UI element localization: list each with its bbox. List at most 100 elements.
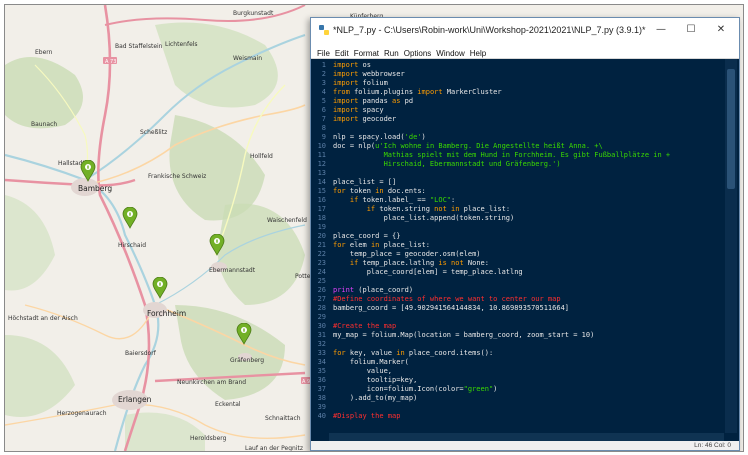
- code-line[interactable]: 3 import folium: [311, 79, 739, 88]
- title-bar[interactable]: *NLP_7.py - C:\Users\Robin-work\Uni\Work…: [311, 18, 739, 44]
- line-number: 33: [317, 349, 326, 357]
- code-line[interactable]: 30 #Create the map: [311, 322, 739, 331]
- town-label: Scheßlitz: [140, 129, 168, 136]
- road-label-2: A 9: [302, 379, 310, 385]
- code-text: folium.Marker(: [333, 358, 409, 366]
- code-text: doc = nlp(u'Ich wohne in Bamberg. Die An…: [333, 142, 603, 150]
- code-line[interactable]: 40 #Display the map: [311, 412, 739, 421]
- code-line[interactable]: 21 for elem in place_list:: [311, 241, 739, 250]
- line-number: 28: [317, 304, 326, 312]
- road-label: A 73: [105, 59, 116, 65]
- code-line[interactable]: 7 import geocoder: [311, 115, 739, 124]
- vertical-scrollbar[interactable]: [725, 59, 737, 433]
- maximize-icon[interactable]: ☐: [676, 21, 706, 39]
- line-number: 1: [321, 61, 326, 69]
- code-line[interactable]: 14 place_list = []: [311, 178, 739, 187]
- town-label: Ebern: [35, 49, 53, 56]
- code-text: my_map = folium.Map(location = bamberg_c…: [333, 331, 595, 339]
- code-text: import pandas as pd: [333, 97, 414, 105]
- code-line[interactable]: 2 import webbrowser: [311, 70, 739, 79]
- line-number: 3: [321, 79, 326, 87]
- line-number: 21: [317, 241, 326, 249]
- code-line[interactable]: 4 from folium.plugins import MarkerCluste…: [311, 88, 739, 97]
- code-line[interactable]: 8: [311, 124, 739, 133]
- line-number: 35: [317, 367, 326, 375]
- horizontal-scrollbar[interactable]: [329, 433, 724, 441]
- town-label: Gräfenberg: [230, 357, 265, 364]
- code-line[interactable]: 22 temp_place = geocoder.osm(elem): [311, 250, 739, 259]
- code-text: from folium.plugins import MarkerCluster: [333, 88, 502, 96]
- map-marker-icon[interactable]: [152, 276, 168, 299]
- map-marker-icon[interactable]: [122, 206, 138, 229]
- menu-bar: File Edit Format Run Options Window Help: [311, 43, 739, 59]
- idle-editor-window[interactable]: *NLP_7.py - C:\Users\Robin-work\Uni\Work…: [310, 17, 740, 451]
- town-label: Herzogenaurach: [57, 410, 107, 417]
- line-number: 37: [317, 385, 326, 393]
- line-number: 32: [317, 340, 326, 348]
- code-line[interactable]: 31 my_map = folium.Map(location = bamberg…: [311, 331, 739, 340]
- map-marker-icon[interactable]: [236, 322, 252, 345]
- town-label: Erlangen: [118, 395, 152, 404]
- map-marker-icon[interactable]: [209, 233, 225, 256]
- window-title: *NLP_7.py - C:\Users\Robin-work\Uni\Work…: [333, 25, 646, 35]
- code-text: import spacy: [333, 106, 384, 114]
- code-text: #Display the map: [333, 412, 401, 420]
- code-text: value,: [333, 367, 393, 375]
- map-marker-icon[interactable]: [80, 159, 96, 182]
- code-text: for key, value in place_coord.items():: [333, 349, 494, 357]
- code-text: import folium: [333, 79, 388, 87]
- code-line[interactable]: 13: [311, 169, 739, 178]
- code-text: place_list.append(token.string): [333, 214, 515, 222]
- code-line[interactable]: 25: [311, 277, 739, 286]
- code-line[interactable]: 26 print (place_coord): [311, 286, 739, 295]
- code-line[interactable]: 6 import spacy: [311, 106, 739, 115]
- code-line[interactable]: 12 Hirschaid, Ebermannstadt und Gräfenbe…: [311, 160, 739, 169]
- code-line[interactable]: 32: [311, 340, 739, 349]
- code-line[interactable]: 33 for key, value in place_coord.items():: [311, 349, 739, 358]
- line-number: 5: [321, 97, 326, 105]
- code-line[interactable]: 20 place_coord = {}: [311, 232, 739, 241]
- code-text: print (place_coord): [333, 286, 414, 294]
- code-line[interactable]: 24 place_coord[elem] = temp_place.latlng: [311, 268, 739, 277]
- code-text: Mathias spielt mit dem Hund in Forchheim…: [333, 151, 671, 159]
- code-text: ).add_to(my_map): [333, 394, 418, 402]
- code-editor[interactable]: 1 import os 2 import webbrowser 3 import foli…: [311, 59, 739, 433]
- code-line[interactable]: 28 bamberg_coord = [49.902941564144834, 1…: [311, 304, 739, 313]
- town-label: Lauf an der Pegnitz: [245, 445, 303, 452]
- line-number: 18: [317, 214, 326, 222]
- code-line[interactable]: 10 doc = nlp(u'Ich wohne in Bamberg. Die …: [311, 142, 739, 151]
- line-number: 16: [317, 196, 326, 204]
- cursor-position: Ln: 46 Col: 0: [694, 442, 731, 449]
- code-line[interactable]: 16 if token.label_ == "LOC":: [311, 196, 739, 205]
- code-text: place_list = []: [333, 178, 397, 186]
- screenshot-frame: A 73 A 9 BurgkunstadtKüpferbergEbernBad …: [4, 4, 744, 452]
- minimize-icon[interactable]: —: [646, 21, 676, 39]
- code-text: Hirschaid, Ebermannstadt und Gräfenberg.…: [333, 160, 561, 168]
- code-line[interactable]: 36 tooltip=key,: [311, 376, 739, 385]
- code-line[interactable]: 18 place_list.append(token.string): [311, 214, 739, 223]
- close-icon[interactable]: ✕: [706, 21, 736, 39]
- code-line[interactable]: 15 for token in doc.ents:: [311, 187, 739, 196]
- code-line[interactable]: 23 if temp_place.latlng is not None:: [311, 259, 739, 268]
- code-line[interactable]: 39: [311, 403, 739, 412]
- code-line[interactable]: 1 import os: [311, 61, 739, 70]
- scroll-thumb[interactable]: [727, 69, 735, 189]
- line-number: 10: [317, 142, 326, 150]
- code-line[interactable]: 11 Mathias spielt mit dem Hund in Forchh…: [311, 151, 739, 160]
- code-line[interactable]: 9 nlp = spacy.load('de'): [311, 133, 739, 142]
- line-number: 40: [317, 412, 326, 420]
- line-number: 36: [317, 376, 326, 384]
- code-line[interactable]: 37 icon=folium.Icon(color="green"): [311, 385, 739, 394]
- line-number: 19: [317, 223, 326, 231]
- line-number: 27: [317, 295, 326, 303]
- code-line[interactable]: 5 import pandas as pd: [311, 97, 739, 106]
- python-icon: [319, 25, 329, 35]
- code-line[interactable]: 17 if token.string not in place_list:: [311, 205, 739, 214]
- code-line[interactable]: 34 folium.Marker(: [311, 358, 739, 367]
- line-number: 25: [317, 277, 326, 285]
- code-line[interactable]: 27 #Define coordinates of where we want t…: [311, 295, 739, 304]
- code-line[interactable]: 38 ).add_to(my_map): [311, 394, 739, 403]
- code-line[interactable]: 19: [311, 223, 739, 232]
- code-line[interactable]: 35 value,: [311, 367, 739, 376]
- code-line[interactable]: 29: [311, 313, 739, 322]
